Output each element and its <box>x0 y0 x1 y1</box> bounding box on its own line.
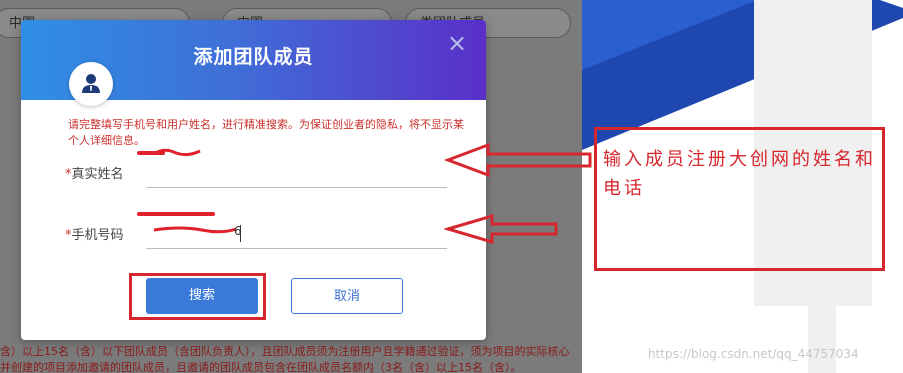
redaction-scribble: 6 <box>153 224 242 236</box>
search-button-highlight <box>129 273 266 320</box>
background-rules-line: 含）以上15名（含）以下团队成员（含团队负责人），且团队成员须为注册用户且学籍通… <box>0 345 570 358</box>
screenshot-stage: 中国 中国 类团队成员 含）以上15名（含）以下团队成员（含团队负责人），且团队… <box>0 0 903 373</box>
redaction-scribble <box>153 148 201 157</box>
decor-gray-strip <box>808 306 836 373</box>
left-arrow-icon <box>444 142 592 178</box>
name-field-label: *真实姓名 <box>65 163 124 182</box>
left-arrow-icon <box>444 213 558 245</box>
user-icon <box>82 74 100 93</box>
privacy-notice: 请完整填写手机号和用户姓名，进行精准搜索。为保证创业者的隐私，将不显示某个人详细… <box>68 118 464 147</box>
watermark: https://blog.csdn.net/qq_44757034 <box>648 347 859 361</box>
real-name-input[interactable] <box>146 160 447 188</box>
phone-field-label: *手机号码 <box>65 224 124 243</box>
name-label-text: 真实姓名 <box>71 167 124 182</box>
close-icon[interactable]: × <box>445 31 469 56</box>
redaction-mark <box>137 212 215 216</box>
phone-label-text: 手机号码 <box>71 228 124 243</box>
text-cursor <box>240 225 241 242</box>
background-rules-line: 并创建的项目添加邀请的团队成员，且邀请的团队成员包含在团队成员名额内（3名（含）… <box>0 361 522 373</box>
background-rules-text: 含）以上15名（含）以下团队成员（含团队负责人），且团队成员须为注册用户且学籍通… <box>0 344 582 373</box>
avatar <box>69 62 113 106</box>
annotation-caption: 输入成员注册大创网的姓名和电话 <box>603 149 876 199</box>
cancel-button[interactable]: 取消 <box>291 278 403 314</box>
